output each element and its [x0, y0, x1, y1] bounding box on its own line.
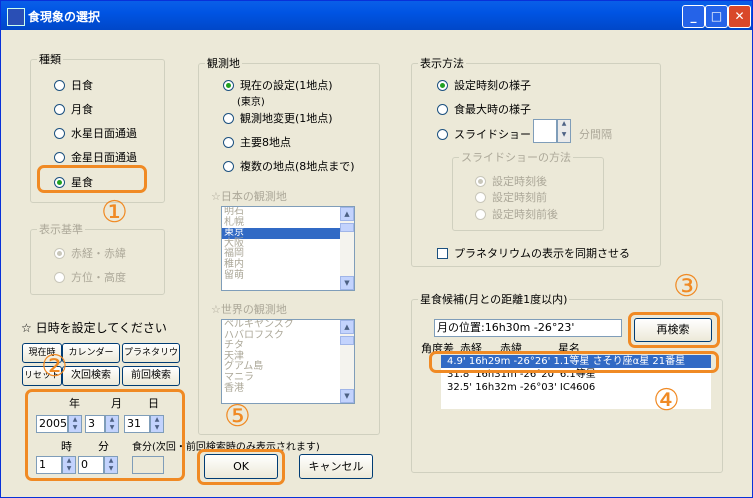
- minute-label: 分: [98, 440, 109, 453]
- window-title: 食現象の選択: [28, 10, 101, 24]
- annotation-4: ④: [653, 383, 680, 418]
- display-group-legend: 表示方法: [420, 57, 464, 70]
- display-radio-maximum[interactable]: 食最大時の様子: [437, 101, 531, 117]
- cancel-button[interactable]: キャンセル: [299, 454, 373, 479]
- dialog-window: 食現象の選択 _ □ ✕ 種類 日食 月食 水星日面通過 金星日面通過 星食 ①…: [0, 0, 753, 498]
- sync-planetarium-checkbox[interactable]: プラネタリウムの表示を同期させる: [437, 245, 630, 261]
- calendar-button[interactable]: カレンダー: [62, 343, 120, 363]
- world-sites-label: ☆世界の観測地: [211, 303, 287, 316]
- highlight-box-4: [429, 351, 719, 373]
- hour-label: 時: [61, 440, 72, 453]
- annotation-2: ②: [41, 349, 68, 384]
- scroll-thumb[interactable]: [340, 223, 354, 232]
- year-label: 年: [69, 397, 80, 410]
- list-item[interactable]: 明石: [222, 207, 354, 218]
- slideshow-method-legend: スライドショーの方法: [461, 151, 571, 164]
- day-spinner[interactable]: ▲ ▼: [150, 415, 164, 433]
- highlight-box-1: [37, 165, 147, 193]
- japan-sites-label: ☆日本の観測地: [211, 190, 287, 203]
- planetarium-button[interactable]: プラネタリウム: [122, 343, 180, 376]
- next-search-button[interactable]: 次回検索: [62, 366, 120, 386]
- app-icon: [7, 8, 25, 26]
- obs-radio-main8[interactable]: 主要8地点: [223, 134, 291, 150]
- reference-group-legend: 表示基準: [39, 223, 83, 236]
- type-radio-lunar[interactable]: 月食: [54, 101, 93, 117]
- prev-search-button[interactable]: 前回検索: [122, 366, 180, 386]
- type-radio-mercury[interactable]: 水星日面通過: [54, 125, 137, 141]
- month-input[interactable]: 3: [85, 415, 105, 433]
- slideshow-radio-before[interactable]: 設定時刻前: [475, 189, 547, 205]
- minimize-icon[interactable]: _: [682, 5, 705, 28]
- reference-radio-horizontal[interactable]: 方位・高度: [54, 269, 126, 285]
- obs-radio-current[interactable]: 現在の設定(1地点): [223, 77, 333, 93]
- annotation-3: ③: [673, 269, 700, 304]
- slideshow-radio-both[interactable]: 設定時刻前後: [475, 206, 558, 222]
- scroll-thumb[interactable]: [340, 336, 354, 345]
- hour-input[interactable]: 1: [36, 456, 62, 474]
- datetime-heading: ☆ 日時を設定してください: [21, 321, 167, 335]
- list-item[interactable]: マニラ: [222, 373, 354, 384]
- display-radio-settime[interactable]: 設定時刻の様子: [437, 77, 531, 93]
- japan-sites-list[interactable]: 明石 札幌 東京 大阪 福岡 稚内 留萌 ▲ ▼: [221, 206, 355, 291]
- scroll-up-icon[interactable]: ▲: [340, 207, 354, 221]
- title-bar: 食現象の選択 _ □ ✕: [1, 1, 752, 30]
- scroll-up-icon[interactable]: ▲: [340, 320, 354, 334]
- year-input[interactable]: 2005: [36, 415, 68, 433]
- type-radio-venus[interactable]: 金星日面通過: [54, 149, 137, 165]
- day-label: 日: [148, 397, 159, 410]
- reference-radio-equatorial[interactable]: 赤経・赤緯: [54, 245, 126, 261]
- interval-spinner[interactable]: ▲ ▼: [557, 119, 571, 143]
- obs-current-sub: (東京): [237, 97, 265, 108]
- candidates-group-legend: 星食候補(月との距離1度以内): [420, 293, 568, 306]
- list-item[interactable]: 香港: [222, 383, 354, 395]
- world-list-scrollbar[interactable]: ▲ ▼: [340, 320, 354, 403]
- type-group-legend: 種類: [39, 53, 61, 66]
- maximize-icon[interactable]: □: [705, 5, 728, 28]
- month-label: 月: [111, 397, 122, 410]
- obs-radio-multiple[interactable]: 複数の地点(8地点まで): [223, 158, 355, 174]
- display-radio-slideshow[interactable]: スライドショー: [437, 126, 531, 142]
- ok-button[interactable]: OK: [204, 454, 278, 479]
- scroll-down-icon[interactable]: ▼: [340, 276, 354, 290]
- interval-input[interactable]: [533, 119, 557, 143]
- year-spinner[interactable]: ▲ ▼: [68, 415, 82, 433]
- day-input[interactable]: 31: [124, 415, 150, 433]
- month-spinner[interactable]: ▲ ▼: [105, 415, 119, 433]
- interval-label: 分間隔: [579, 128, 612, 141]
- research-button[interactable]: 再検索: [634, 318, 712, 342]
- list-item[interactable]: 留萌: [222, 270, 354, 282]
- moon-position-field: 月の位置:16h30m -26°23': [434, 319, 622, 337]
- world-sites-list[interactable]: ペルキヤンスク ハバロフスク チタ 天津 グアム島 マニラ 香港 ▲ ▼: [221, 319, 355, 404]
- eclipse-magnitude-field: [132, 456, 164, 474]
- minute-spinner[interactable]: ▲ ▼: [104, 456, 118, 474]
- obs-radio-change[interactable]: 観測地変更(1地点): [223, 110, 333, 126]
- minute-input[interactable]: 0: [78, 456, 104, 474]
- close-icon[interactable]: ✕: [728, 5, 751, 28]
- list-item[interactable]: ペルキヤンスク: [222, 320, 354, 331]
- scroll-down-icon[interactable]: ▼: [340, 389, 354, 403]
- type-radio-solar[interactable]: 日食: [54, 77, 93, 93]
- annotation-5: ⑤: [224, 399, 251, 434]
- list-item[interactable]: 稚内: [222, 260, 354, 271]
- hour-spinner[interactable]: ▲ ▼: [62, 456, 76, 474]
- japan-list-scrollbar[interactable]: ▲ ▼: [340, 207, 354, 290]
- observation-group-legend: 観測地: [207, 57, 240, 70]
- slideshow-radio-after[interactable]: 設定時刻後: [475, 173, 547, 189]
